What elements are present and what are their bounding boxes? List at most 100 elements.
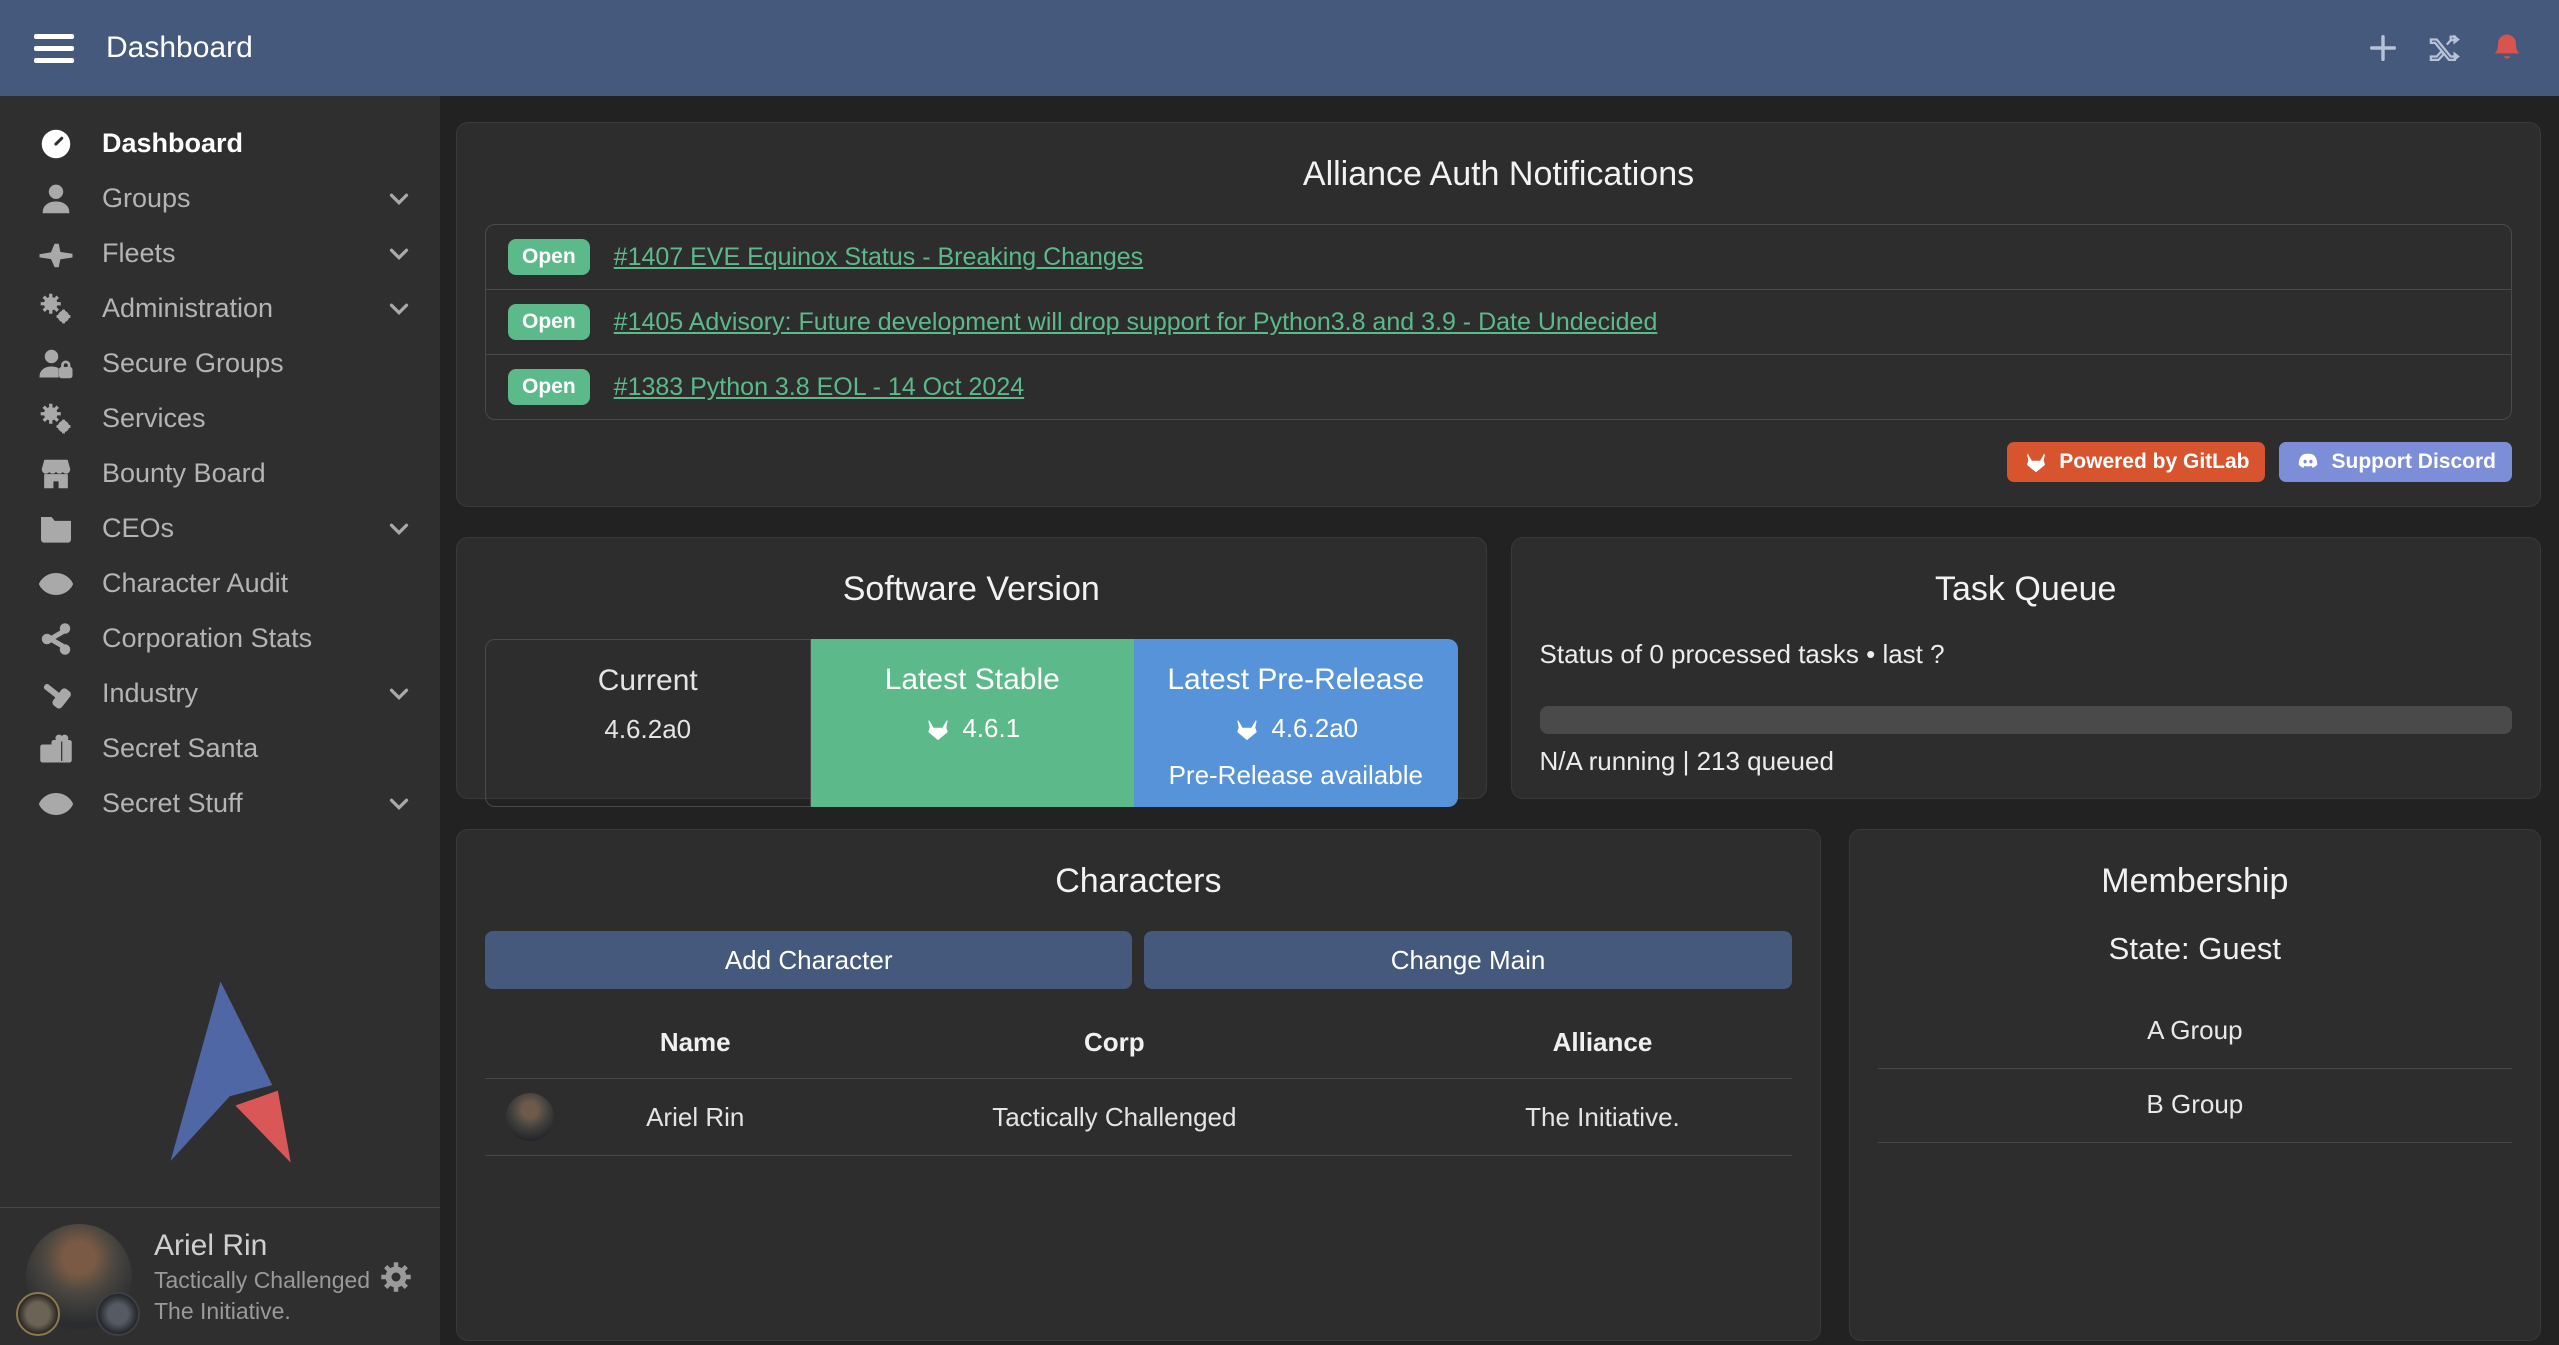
corp-logo-icon	[16, 1292, 60, 1336]
notifications-panel: Alliance Auth Notifications Open #1407 E…	[456, 122, 2541, 507]
sidebar-item-label: Character Audit	[102, 568, 288, 599]
gitlab-icon	[924, 715, 952, 743]
hamburger-menu-icon[interactable]	[34, 34, 74, 63]
notification-link[interactable]: #1405 Advisory: Future development will …	[614, 308, 1658, 337]
chevron-down-icon	[384, 514, 414, 544]
page-title: Dashboard	[106, 31, 253, 65]
task-queue-progressbar	[1540, 706, 2513, 734]
task-queue-status: Status of 0 processed tasks • last ?	[1540, 639, 2513, 670]
share-icon	[34, 621, 78, 657]
character-portrait	[506, 1093, 554, 1141]
sidebar-item-label: Bounty Board	[102, 458, 266, 489]
table-row: Ariel Rin Tactically Challenged The Init…	[485, 1079, 1792, 1156]
chevron-down-icon	[384, 679, 414, 709]
sidebar-item-ceos[interactable]: CEOs	[0, 501, 440, 556]
settings-gear-icon[interactable]	[378, 1259, 414, 1295]
sidebar-item-label: CEOs	[102, 513, 174, 544]
characters-panel: Characters Add Character Change Main Nam…	[456, 829, 1821, 1341]
sidebar-item-dashboard[interactable]: Dashboard	[0, 116, 440, 171]
sidebar-item-industry[interactable]: Industry	[0, 666, 440, 721]
chevron-down-icon	[384, 184, 414, 214]
sidebar-item-fleets[interactable]: Fleets	[0, 226, 440, 281]
task-queue-summary: N/A running | 213 queued	[1540, 746, 2513, 777]
software-version-title: Software Version	[485, 570, 1458, 609]
version-latest-stable: Latest Stable 4.6.1	[811, 639, 1135, 807]
fighter-jet-icon	[34, 236, 78, 272]
notification-row: Open #1405 Advisory: Future development …	[486, 290, 2511, 355]
sidebar-item-bounty-board[interactable]: Bounty Board	[0, 446, 440, 501]
add-character-button[interactable]: Add Character	[485, 931, 1132, 989]
sidebar-item-secret-stuff[interactable]: Secret Stuff	[0, 776, 440, 831]
sidebar-item-label: Secure Groups	[102, 348, 284, 379]
store-icon	[34, 456, 78, 492]
notification-link[interactable]: #1383 Python 3.8 EOL - 14 Oct 2024	[614, 373, 1024, 402]
sidebar-item-label: Fleets	[102, 238, 176, 269]
alliance-logo-icon	[96, 1292, 140, 1336]
user-alliance: The Initiative.	[154, 1298, 370, 1325]
version-current: Current 4.6.2a0	[485, 639, 811, 807]
top-navbar: Dashboard	[0, 0, 2559, 96]
change-main-button[interactable]: Change Main	[1144, 931, 1791, 989]
powered-by-gitlab-badge[interactable]: Powered by GitLab	[2007, 442, 2265, 482]
bell-icon[interactable]	[2489, 30, 2525, 66]
prerelease-note: Pre-Release available	[1169, 760, 1423, 791]
sidebar-item-character-audit[interactable]: Character Audit	[0, 556, 440, 611]
sidebar-item-label: Services	[102, 403, 206, 434]
software-version-panel: Software Version Current 4.6.2a0 Latest …	[456, 537, 1487, 799]
support-discord-badge[interactable]: Support Discord	[2279, 442, 2512, 482]
list-item: B Group	[1878, 1069, 2512, 1143]
column-header-alliance: Alliance	[1413, 1009, 1791, 1079]
sidebar: Dashboard Groups Fleets Administra	[0, 96, 440, 1345]
chevron-down-icon	[384, 789, 414, 819]
characters-title: Characters	[485, 862, 1792, 901]
sidebar-item-label: Groups	[102, 183, 191, 214]
navbar-actions	[2365, 30, 2525, 66]
version-columns: Current 4.6.2a0 Latest Stable 4.6.1 Late…	[485, 639, 1458, 807]
folder-icon	[34, 511, 78, 547]
sidebar-item-label: Dashboard	[102, 128, 243, 159]
notifications-title: Alliance Auth Notifications	[485, 155, 2512, 194]
plus-icon[interactable]	[2365, 30, 2401, 66]
chevron-down-icon	[384, 239, 414, 269]
user-avatar	[26, 1224, 132, 1330]
status-badge: Open	[508, 369, 590, 405]
sidebar-item-secure-groups[interactable]: Secure Groups	[0, 336, 440, 391]
sidebar-item-secret-santa[interactable]: Secret Santa	[0, 721, 440, 776]
column-header-name: Name	[575, 1009, 815, 1079]
sidebar-item-corporation-stats[interactable]: Corporation Stats	[0, 611, 440, 666]
notifications-list: Open #1407 EVE Equinox Status - Breaking…	[485, 224, 2512, 420]
user-name: Ariel Rin	[154, 1229, 370, 1263]
character-corp: Tactically Challenged	[815, 1079, 1413, 1156]
eye-icon	[34, 786, 78, 822]
footer-badges: Powered by GitLab Support Discord	[485, 442, 2512, 482]
characters-table: Name Corp Alliance Ariel Rin Tactically …	[485, 1009, 1792, 1156]
eye-icon	[34, 566, 78, 602]
sidebar-item-groups[interactable]: Groups	[0, 171, 440, 226]
gears-icon	[34, 401, 78, 437]
gears-icon	[34, 291, 78, 327]
sidebar-item-label: Secret Stuff	[102, 788, 243, 819]
user-lock-icon	[34, 346, 78, 382]
sidebar-item-administration[interactable]: Administration	[0, 281, 440, 336]
membership-panel: Membership State: Guest A Group B Group	[1849, 829, 2541, 1341]
sidebar-item-label: Administration	[102, 293, 273, 324]
sidebar-item-services[interactable]: Services	[0, 391, 440, 446]
gitlab-icon	[2023, 449, 2049, 475]
membership-state: State: Guest	[1878, 931, 2512, 967]
status-badge: Open	[508, 304, 590, 340]
task-queue-title: Task Queue	[1540, 570, 2513, 609]
hammer-icon	[34, 676, 78, 712]
notification-row: Open #1407 EVE Equinox Status - Breaking…	[486, 225, 2511, 290]
version-latest-prerelease: Latest Pre-Release 4.6.2a0 Pre-Release a…	[1134, 639, 1458, 807]
shuffle-icon[interactable]	[2427, 30, 2463, 66]
sidebar-item-label: Secret Santa	[102, 733, 258, 764]
column-header-corp: Corp	[815, 1009, 1413, 1079]
notification-link[interactable]: #1407 EVE Equinox Status - Breaking Chan…	[614, 243, 1144, 272]
sidebar-item-label: Industry	[102, 678, 198, 709]
main-content: Alliance Auth Notifications Open #1407 E…	[440, 96, 2559, 1345]
user-corp: Tactically Challenged	[154, 1267, 370, 1294]
notification-row: Open #1383 Python 3.8 EOL - 14 Oct 2024	[486, 355, 2511, 419]
character-name: Ariel Rin	[575, 1079, 815, 1156]
task-queue-panel: Task Queue Status of 0 processed tasks •…	[1511, 537, 2542, 799]
gauge-icon	[34, 126, 78, 162]
